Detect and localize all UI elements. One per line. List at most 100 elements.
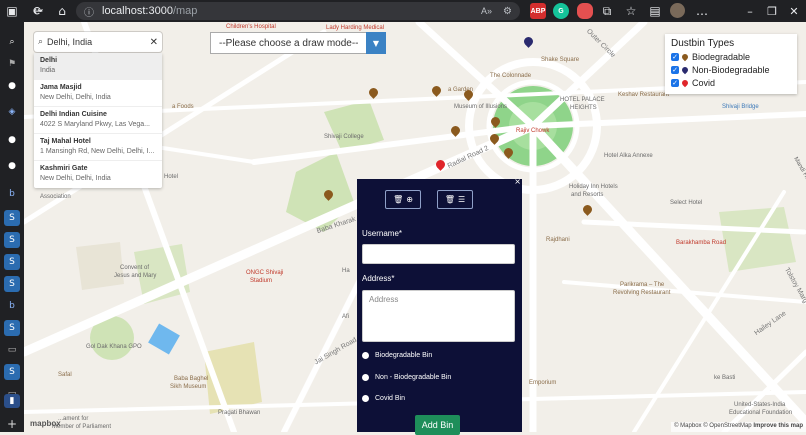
list-item[interactable]: Delhi Indian Cuisine 4022 S Maryland Pkw… [34,107,162,134]
map-label: Shivaji Bridge [722,104,759,110]
list-item[interactable]: Delhi India [34,53,162,80]
restore-icon[interactable]: ❐ [762,0,782,22]
checkbox[interactable]: ✓ [671,78,679,87]
map-label: and Resorts [571,192,604,198]
map-label: Barakhamba Road [676,240,727,246]
radio-button[interactable] [362,395,369,402]
result-title: Jama Masjid [40,84,82,91]
attribution-text[interactable]: © Mapbox © OpenStreetMap [674,423,752,429]
map-label: Select Hotel [670,200,703,206]
more-icon[interactable]: … [692,1,712,21]
dustbin-legend: Dustbin Types ✓ Biodegradable ✓ Non-Biod… [665,34,797,94]
list-item[interactable]: Taj Mahal Hotel 1 Mansingh Rd, New Delhi… [34,134,162,161]
github-icon-2[interactable]: ● [4,132,20,148]
delete-list-tool-button[interactable]: 🗑 ☰ [437,190,473,209]
geocoder-search[interactable]: ⌕ ✕ [34,32,162,52]
shield-extension-icon[interactable] [577,3,593,19]
url-host: localhost:3000 [102,5,173,17]
collections-icon[interactable]: ▤ [645,1,665,21]
map-label: Museum of Illusions [454,104,508,110]
map-label: Educational Foundation [729,410,793,416]
list-item[interactable]: Jama Masjid New Delhi, Delhi, India [34,80,162,107]
radio-covid[interactable]: Covid Bin [362,395,405,402]
result-title: Kashmiri Gate [40,165,88,172]
sidebar-app-icon-6[interactable]: S [4,364,20,380]
list-item[interactable]: Kashmiri Gate New Delhi, Delhi, India [34,161,162,188]
read-aloud-icon[interactable]: A» [481,6,492,16]
adblock-icon[interactable]: ABP [530,3,546,19]
map-label: Afi [342,314,350,320]
bing-icon-2[interactable]: b [4,298,20,314]
legend-item-covid[interactable]: ✓ Covid [671,76,791,89]
map-label: Convent of [120,265,150,271]
github-icon-3[interactable]: ● [4,158,20,174]
document-icon[interactable]: ▭ [4,342,20,358]
map-label: Rajdhani [546,237,570,243]
tab-icon[interactable]: ▣ [2,1,22,21]
result-title: Taj Mahal Hotel [40,138,91,145]
legend-item-biodegradable[interactable]: ✓ Biodegradable [671,50,791,63]
map-label: a Foods [172,104,194,110]
radio-biodegradable[interactable]: Biodegradable Bin [362,352,432,359]
add-bin-button[interactable]: Add Bin [415,415,460,435]
map-label: ...ament for [58,416,89,422]
checkbox[interactable]: ✓ [671,52,679,61]
trash-icon: 🗑 [393,195,404,204]
draw-mode-select[interactable]: --Please choose a draw mode-- ▼ [210,32,386,54]
map-attribution[interactable]: © Mapbox © OpenStreetMap Improve this ma… [671,422,806,432]
sidebar-icon-1[interactable]: ⚑ [4,56,20,72]
add-icon[interactable]: + [4,416,20,432]
sidebar-app-icon-1[interactable]: S [4,210,20,226]
map-label: HEIGHTS [570,105,597,111]
sidebar-app-icon-5[interactable]: S [4,320,20,336]
legend-item-non-biodegradable[interactable]: ✓ Non-Biodegradable [671,63,791,76]
radio-button[interactable] [362,374,369,381]
improve-map-link[interactable]: Improve this map [753,423,803,429]
map-label: Pragati Bhawan [218,410,261,416]
map-label: ke Basti [714,375,736,381]
map-label: Emporium [529,380,557,386]
map-label: United-States-India [734,402,786,408]
extension-puzzle-icon[interactable]: ⚙ [503,6,512,17]
grammarly-icon[interactable]: G [553,3,569,19]
checkbox[interactable]: ✓ [671,65,679,74]
chevron-down-icon[interactable]: ▼ [366,32,386,54]
github-icon[interactable]: ● [4,78,20,94]
close-icon[interactable]: × [514,177,521,186]
radio-non-biodegradable[interactable]: Non - Biodegradable Bin [362,374,451,381]
biodegradable-pin-icon [680,52,690,61]
trash-icon: 🗑 [444,195,455,204]
legend-label: Covid [692,77,716,88]
clear-search-icon[interactable]: ✕ [150,37,158,48]
extensions-icon[interactable]: ⧉ [597,1,617,21]
favorites-icon[interactable]: ☆ [621,1,641,21]
address-field[interactable]: Address [362,290,515,342]
minimize-icon[interactable]: – [740,0,760,22]
map-label: Association [40,194,71,200]
site-info-icon[interactable]: ⓘ [84,4,94,19]
home-icon[interactable]: ⌂ [52,1,72,21]
map-label: Holiday Inn Hotels [569,184,618,190]
map-label: Safal [58,372,72,378]
vscode-icon[interactable]: ◈ [4,104,20,120]
legend-title: Dustbin Types [671,38,735,49]
refresh-icon[interactable]: ⟳ [28,1,48,21]
search-input[interactable] [47,37,144,47]
close-window-icon[interactable]: ✕ [784,0,804,22]
sidebar-app-icon-4[interactable]: S [4,276,20,292]
radio-button[interactable] [362,352,369,359]
sidebar-app-icon-3[interactable]: S [4,254,20,270]
bing-icon[interactable]: b [4,186,20,202]
map-label: Hotel Alka Annexe [604,153,653,159]
username-field[interactable] [362,244,515,264]
sidebar-app-icon-2[interactable]: S [4,232,20,248]
legend-label: Biodegradable [692,51,751,62]
search-results-list: Delhi India Jama Masjid New Delhi, Delhi… [34,53,162,188]
map-label: Keshav Restaurant [618,92,670,98]
active-tab-icon[interactable]: ▮ [4,394,20,408]
mapbox-logo: mapbox [30,419,61,428]
search-sidebar-icon[interactable]: ⌕ [4,34,20,50]
address-bar[interactable]: ⓘ localhost:3000/map A» ⚙ [76,2,520,20]
avatar[interactable] [670,3,685,18]
delete-add-tool-button[interactable]: 🗑 ⊕ [385,190,421,209]
